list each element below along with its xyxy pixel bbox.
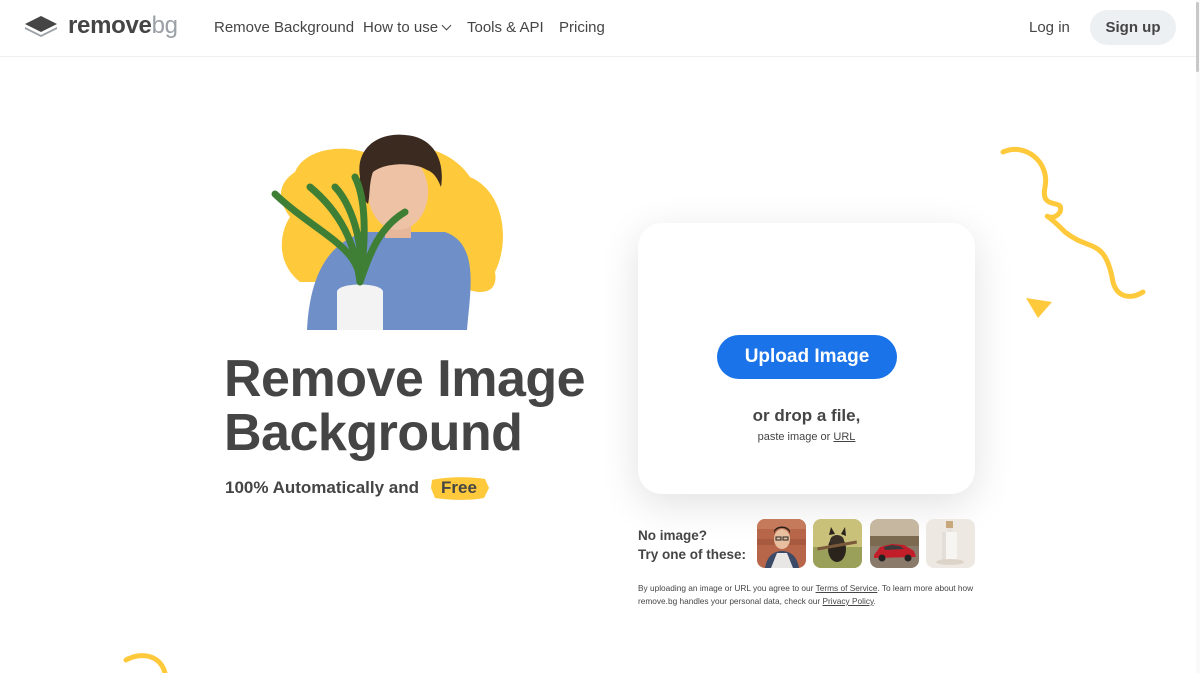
free-badge-text: Free	[441, 478, 477, 497]
paste-hint-text: paste image or	[757, 431, 831, 443]
drop-file-text: or drop a file,	[752, 406, 861, 425]
hero-title: Remove Image Background	[224, 350, 586, 462]
upload-image-button[interactable]: Upload Image	[717, 335, 897, 379]
sample-prompt-line1: No image?	[638, 528, 708, 543]
nav-pricing-link[interactable]: Pricing	[559, 19, 605, 36]
decorative-triangle	[1026, 298, 1052, 318]
login-link[interactable]: Log in	[1029, 19, 1070, 36]
decorative-arc	[123, 653, 168, 673]
logo[interactable]: removebg	[24, 12, 178, 40]
logo-remove-text: remove	[68, 12, 152, 39]
terms-of-service-link[interactable]: Terms of Service	[816, 583, 878, 593]
signup-button[interactable]: Sign up	[1090, 10, 1176, 45]
sample-prompt-line2: Try one of these:	[638, 547, 747, 562]
nav-tools-api-link[interactable]: Tools & API	[467, 19, 544, 36]
sample-prompt: No image? Try one of these:	[638, 526, 746, 564]
sample-thumbnail-bottle[interactable]	[926, 519, 975, 568]
decorative-squiggle	[1000, 146, 1146, 299]
url-link[interactable]: URL	[833, 431, 855, 443]
hero-subtitle-text: 100% Automatically and	[225, 478, 419, 497]
nav-how-to-use-menu[interactable]: How to use	[363, 19, 452, 36]
hero-subtitle: 100% Automatically and Free	[225, 475, 489, 501]
chevron-down-icon	[441, 20, 452, 31]
hero-title-line2: Background	[224, 404, 523, 462]
top-navigation-bar: removebg Remove Background How to use To…	[0, 0, 1196, 57]
nav-how-to-use-label: How to use	[363, 19, 439, 36]
legal-disclaimer: By uploading an image or URL you agree t…	[638, 582, 983, 608]
legal-text-end: .	[873, 596, 876, 606]
sample-thumbnail-car[interactable]	[870, 519, 919, 568]
page-scrollbar[interactable]	[1196, 0, 1200, 673]
upload-dropzone[interactable]: Upload Image or drop a file, paste image…	[638, 223, 975, 494]
hero-title-line1: Remove Image	[224, 350, 586, 408]
sample-thumbnail-man[interactable]	[757, 519, 806, 568]
sample-thumbnail-dog[interactable]	[813, 519, 862, 568]
hero-illustration	[271, 134, 503, 330]
free-badge: Free	[429, 475, 489, 501]
privacy-policy-link[interactable]: Privacy Policy	[823, 596, 874, 606]
logo-bg-text: bg	[151, 12, 178, 39]
layers-logo-icon	[25, 16, 57, 37]
scrollbar-thumb[interactable]	[1196, 2, 1199, 72]
paste-hint: paste image or URL	[638, 431, 975, 443]
nav-remove-background-link[interactable]: Remove Background	[214, 19, 354, 36]
legal-text-pre: By uploading an image or URL you agree t…	[638, 583, 814, 593]
logo-wordmark: removebg	[68, 12, 178, 40]
